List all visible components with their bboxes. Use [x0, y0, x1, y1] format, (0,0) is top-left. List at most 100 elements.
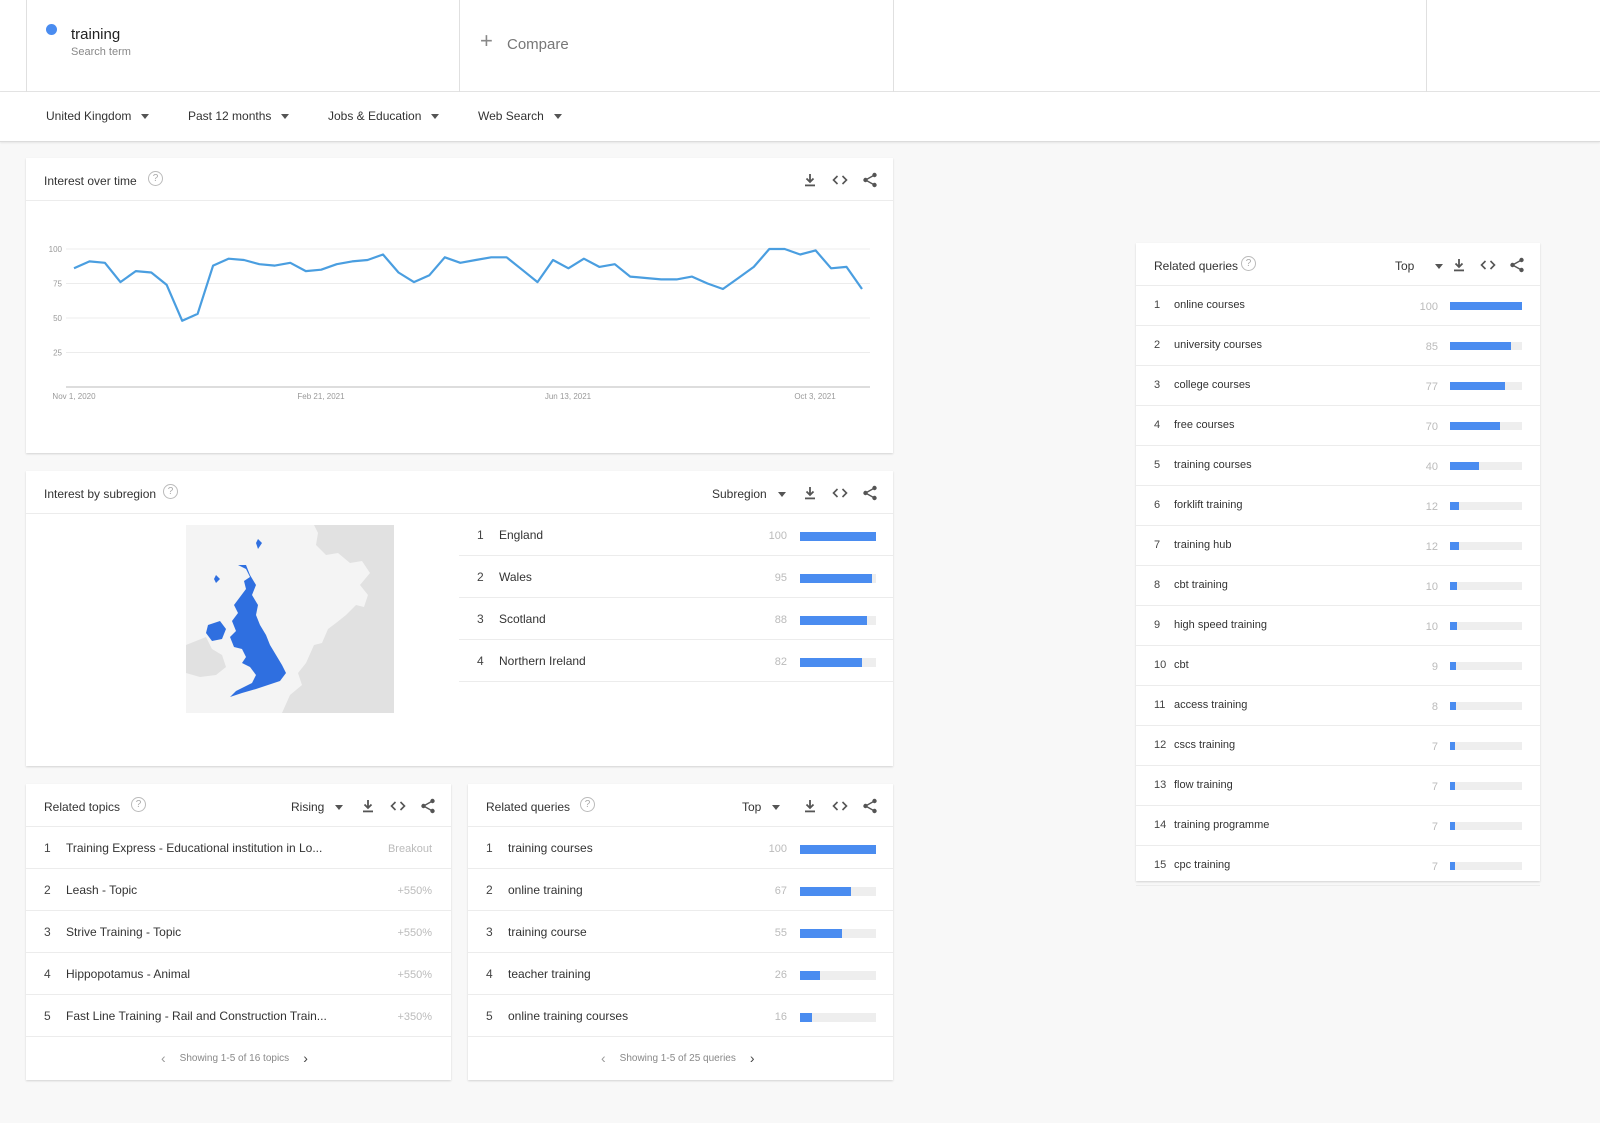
query-row[interactable]: 3 training course 55 — [468, 911, 893, 953]
query-row[interactable]: 14 training programme 7 — [1136, 806, 1540, 846]
search-term-card[interactable]: training Search term — [26, 0, 460, 92]
download-icon[interactable] — [1450, 256, 1468, 274]
caret-down-icon — [777, 491, 786, 497]
help-icon[interactable]: ? — [580, 797, 595, 812]
help-icon[interactable]: ? — [163, 484, 178, 499]
query-row[interactable]: 1 online courses 100 — [1136, 286, 1540, 326]
next-page-icon[interactable]: › — [750, 1050, 755, 1066]
subregion-row[interactable]: 2 Wales 95 — [459, 556, 893, 598]
subregion-dropdown[interactable]: Subregion — [712, 487, 786, 501]
query-row[interactable]: 2 university courses 85 — [1136, 326, 1540, 366]
query-row[interactable]: 2 online training 67 — [468, 869, 893, 911]
uk-map[interactable] — [186, 525, 394, 713]
topic-row[interactable]: 2 Leash - Topic +550% — [26, 869, 451, 911]
embed-icon[interactable] — [831, 484, 849, 502]
share-icon[interactable] — [861, 797, 879, 815]
query-row[interactable]: 11 access training 8 — [1136, 686, 1540, 726]
query-row[interactable]: 4 teacher training 26 — [468, 953, 893, 995]
subregion-row[interactable]: 3 Scotland 88 — [459, 598, 893, 640]
query-value: 7 — [1431, 821, 1438, 833]
query-value: 70 — [1425, 421, 1438, 433]
y-tick-label: 25 — [53, 349, 62, 358]
rank-number: 1 — [1154, 299, 1161, 311]
query-row[interactable]: 13 flow training 7 — [1136, 766, 1540, 806]
card-header: Interest over time ? — [26, 158, 893, 201]
share-icon[interactable] — [861, 171, 879, 189]
help-icon[interactable]: ? — [148, 171, 163, 186]
topic-name: Leash - Topic — [66, 883, 138, 897]
topic-row[interactable]: 4 Hippopotamus - Animal +550% — [26, 953, 451, 995]
rank-number: 3 — [477, 612, 484, 626]
help-icon[interactable]: ? — [131, 797, 146, 812]
prev-page-icon[interactable]: ‹ — [601, 1050, 606, 1066]
embed-icon[interactable] — [831, 797, 849, 815]
region-filter[interactable]: United Kingdom — [46, 109, 150, 123]
query-row[interactable]: 9 high speed training 10 — [1136, 606, 1540, 646]
embed-icon[interactable] — [389, 797, 407, 815]
prev-page-icon[interactable]: ‹ — [161, 1050, 166, 1066]
compare-card[interactable]: + Compare — [460, 0, 894, 92]
embed-icon[interactable] — [831, 171, 849, 189]
topic-row[interactable]: 3 Strive Training - Topic +550% — [26, 911, 451, 953]
subregion-value: 88 — [774, 614, 787, 626]
compare-label: Compare — [507, 36, 569, 53]
caret-down-icon — [1435, 263, 1444, 269]
search-term-name: training — [71, 26, 121, 43]
card-header: Interest by subregion ? Subregion — [26, 471, 893, 514]
term-color-dot — [46, 24, 57, 35]
topic-name: Training Express - Educational instituti… — [66, 841, 323, 855]
share-icon[interactable] — [861, 484, 879, 502]
query-row[interactable]: 1 training courses 100 — [468, 827, 893, 869]
share-icon[interactable] — [419, 797, 437, 815]
download-icon[interactable] — [801, 797, 819, 815]
category-filter[interactable]: Jobs & Education — [328, 109, 440, 123]
query-row[interactable]: 5 training courses 40 — [1136, 446, 1540, 486]
score-bar — [800, 574, 876, 583]
query-row[interactable]: 7 training hub 12 — [1136, 526, 1540, 566]
subregion-row[interactable]: 1 England 100 — [459, 514, 893, 556]
embed-icon[interactable] — [1479, 256, 1497, 274]
score-bar-fill — [800, 574, 873, 583]
topics-filter-label: Rising — [291, 800, 325, 814]
download-icon[interactable] — [801, 171, 819, 189]
score-bar — [1450, 422, 1522, 430]
query-value: 12 — [1425, 501, 1438, 513]
interest-by-subregion-title: Interest by subregion — [44, 487, 157, 501]
query-name: high speed training — [1174, 619, 1267, 631]
query-value: 7 — [1431, 861, 1438, 873]
query-row[interactable]: 15 cpc training 7 — [1136, 846, 1540, 886]
topic-row[interactable]: 1 Training Express - Educational institut… — [26, 827, 451, 869]
score-bar — [800, 1013, 876, 1022]
empty-term-slot — [894, 0, 1427, 92]
topics-filter-dropdown[interactable]: Rising — [291, 800, 344, 814]
query-name: flow training — [1174, 779, 1233, 791]
search-type-filter[interactable]: Web Search — [478, 109, 562, 123]
query-row[interactable]: 4 free courses 70 — [1136, 406, 1540, 446]
query-row[interactable]: 8 cbt training 10 — [1136, 566, 1540, 606]
query-row[interactable]: 6 forklift training 12 — [1136, 486, 1540, 526]
query-name: cpc training — [1174, 859, 1231, 871]
download-icon[interactable] — [359, 797, 377, 815]
subregion-row[interactable]: 4 Northern Ireland 82 — [459, 640, 893, 682]
topic-row[interactable]: 5 Fast Line Training - Rail and Construct… — [26, 995, 451, 1037]
query-row[interactable]: 10 cbt 9 — [1136, 646, 1540, 686]
next-page-icon[interactable]: › — [303, 1050, 308, 1066]
score-bar — [1450, 342, 1522, 350]
query-row[interactable]: 3 college courses 77 — [1136, 366, 1540, 406]
score-bar — [800, 929, 876, 938]
query-name: cscs training — [1174, 739, 1236, 751]
download-icon[interactable] — [801, 484, 819, 502]
rank-number: 15 — [1154, 859, 1167, 871]
queries-filter-dropdown[interactable]: Top — [742, 800, 781, 814]
help-icon[interactable]: ? — [1241, 256, 1256, 271]
query-name: training courses — [1174, 459, 1252, 471]
rank-number: 10 — [1154, 659, 1167, 671]
share-icon[interactable] — [1508, 256, 1526, 274]
period-filter[interactable]: Past 12 months — [188, 109, 290, 123]
query-row[interactable]: 5 online training courses 16 — [468, 995, 893, 1037]
rank-number: 14 — [1154, 819, 1167, 831]
series-line[interactable] — [73, 247, 863, 322]
card-header: Related queries ? Top — [468, 784, 893, 827]
query-row[interactable]: 12 cscs training 7 — [1136, 726, 1540, 766]
queries-large-filter-dropdown[interactable]: Top — [1395, 259, 1444, 273]
